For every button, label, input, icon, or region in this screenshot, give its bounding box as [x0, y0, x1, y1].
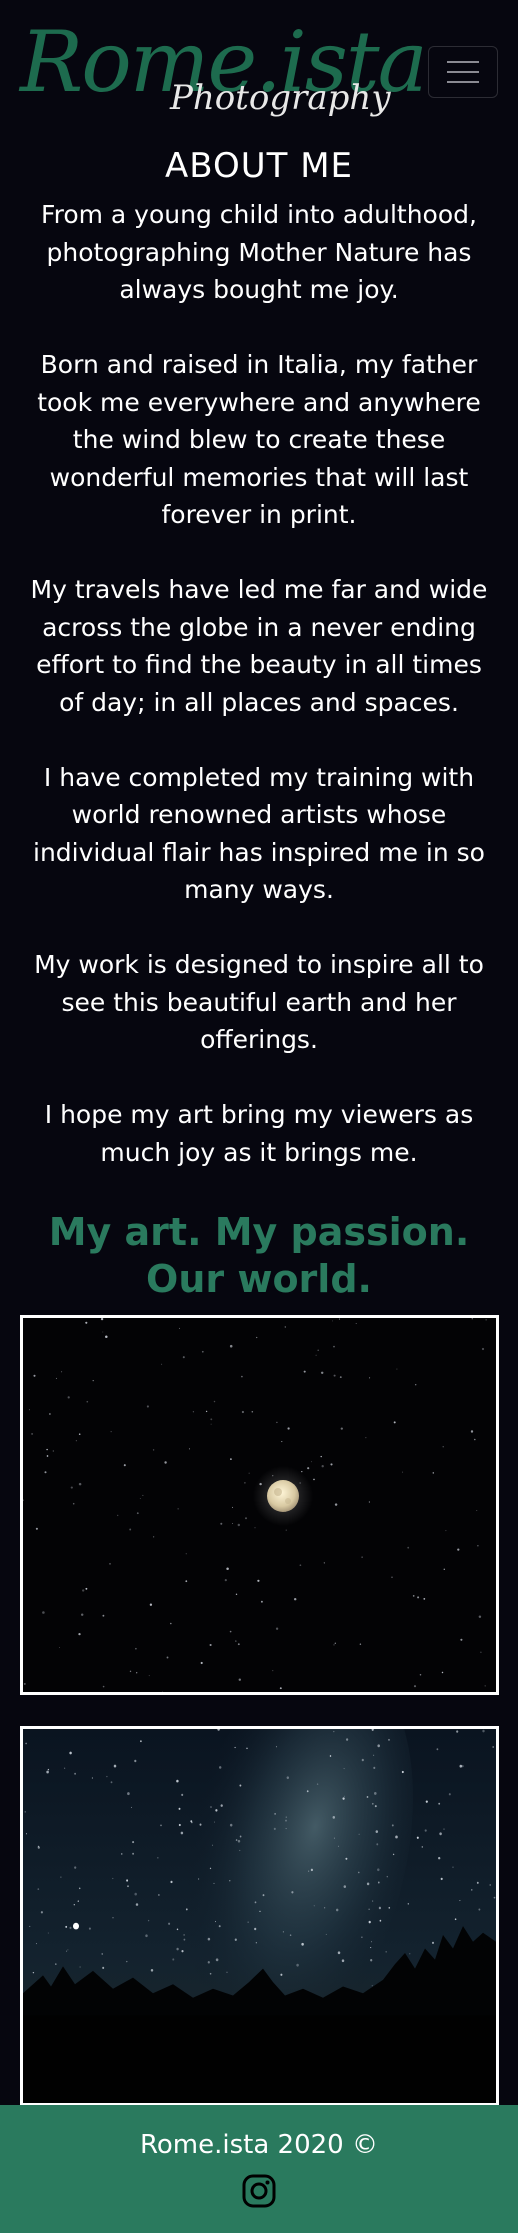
hamburger-icon-bar-2: [447, 71, 479, 73]
moon-photo-image: [23, 1317, 496, 1692]
tagline: My art. My passion. Our world.: [48, 1209, 470, 1301]
about-paragraph-1: From a young child into adulthood, photo…: [41, 200, 477, 304]
milky-way-photo-image: [23, 1728, 496, 2103]
hamburger-icon-bar-3: [447, 81, 479, 83]
logo-sub-text: Photography: [170, 78, 391, 118]
about-section: ABOUT ME From a young child into adultho…: [0, 144, 518, 1171]
about-heading: ABOUT ME: [164, 146, 354, 186]
about-paragraph-4: I have completed my training with world …: [33, 762, 485, 905]
nav-toggle-button[interactable]: [428, 46, 498, 98]
footer: Rome.ista 2020 ©: [0, 2105, 518, 2233]
about-paragraph-3: My travels have led me far and wide acro…: [30, 575, 488, 717]
photo-gallery: [0, 1314, 518, 2106]
brand-logo[interactable]: Rome.ista Photography: [20, 14, 428, 134]
moon-photo[interactable]: [20, 1314, 499, 1695]
hamburger-icon: [447, 61, 479, 63]
about-paragraph-6: I hope my art bring my viewers as much j…: [44, 1100, 474, 1167]
navbar: Rome.ista Photography: [0, 0, 518, 140]
footer-copyright: Rome.ista 2020 ©: [140, 2130, 378, 2160]
milky-way-photo[interactable]: [20, 1725, 499, 2106]
about-paragraph-2: Born and raised in Italia, my father too…: [37, 350, 481, 529]
about-paragraph-5: My work is designed to inspire all to se…: [34, 950, 484, 1054]
instagram-icon[interactable]: [241, 2173, 277, 2209]
